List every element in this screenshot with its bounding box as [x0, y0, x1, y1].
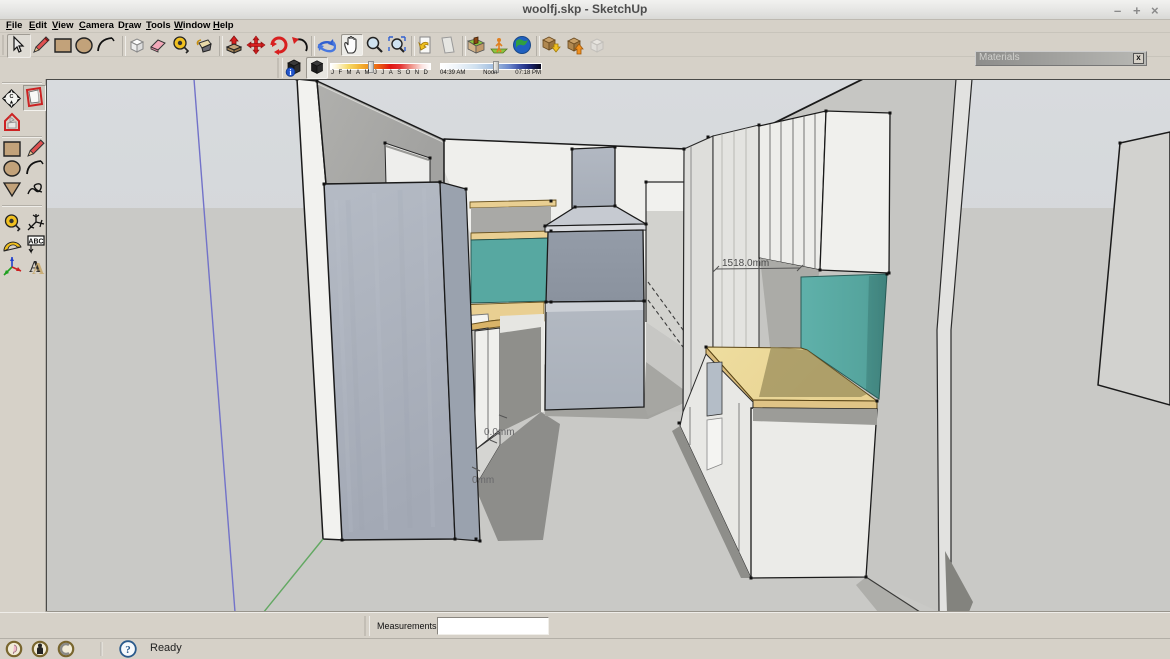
svg-text:ABC: ABC: [28, 239, 43, 246]
svg-text:0mm: 0mm: [472, 475, 494, 486]
svg-text:▲: ▲: [9, 100, 14, 106]
svg-text:A: A: [32, 259, 45, 277]
svg-text:?: ?: [125, 644, 131, 656]
svg-text:0.0mm: 0.0mm: [484, 427, 515, 438]
svg-text:1518.0mm: 1518.0mm: [722, 258, 769, 269]
